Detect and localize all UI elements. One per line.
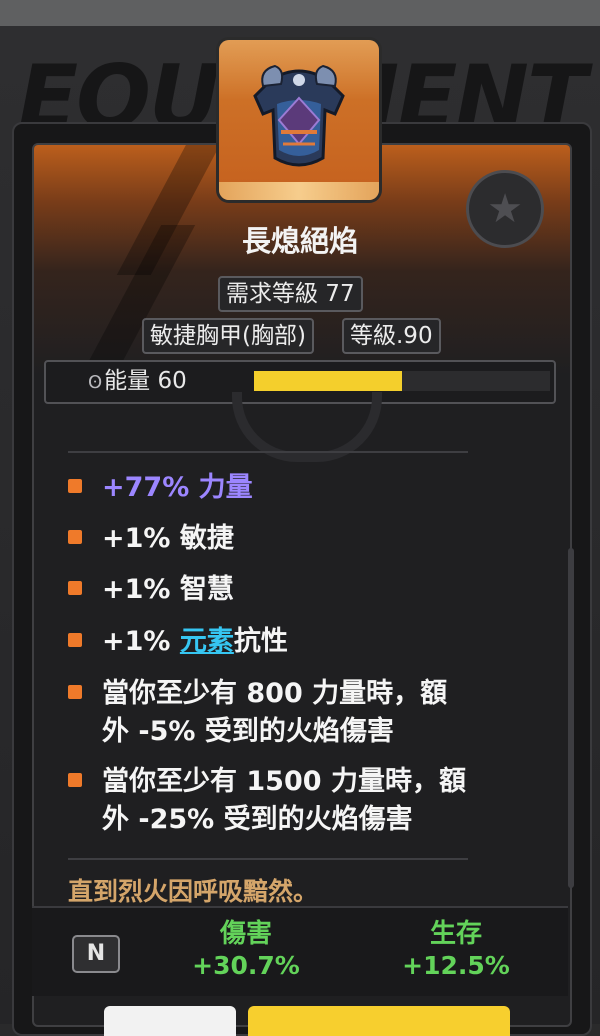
compare-key-hint[interactable]: N bbox=[72, 935, 120, 973]
scrollbar[interactable] bbox=[568, 548, 574, 888]
action-button-secondary[interactable] bbox=[104, 1006, 236, 1036]
bullet-icon bbox=[68, 773, 82, 787]
energy-swirl-icon: ʘ bbox=[88, 372, 103, 393]
bullet-icon bbox=[68, 685, 82, 699]
stat-text-line2: 外 -5% 受到的火焰傷害 bbox=[102, 716, 394, 747]
stat-text: +1% 智慧 bbox=[102, 574, 234, 605]
stat-text-line2: 外 -25% 受到的火焰傷害 bbox=[102, 804, 413, 835]
stat-prefix: +1% bbox=[102, 626, 180, 657]
bullet-icon bbox=[68, 633, 82, 647]
damage-value: +30.7% bbox=[192, 951, 300, 980]
chest-armor-icon bbox=[253, 64, 345, 167]
stat-text-line1: 當你至少有 1500 力量時，額 bbox=[102, 766, 466, 797]
item-frame-base bbox=[219, 182, 379, 200]
top-strip bbox=[0, 0, 600, 26]
bullet-icon bbox=[68, 581, 82, 595]
bullet-icon bbox=[68, 530, 82, 544]
item-type-badge: 敏捷胸甲(胸部) bbox=[142, 318, 314, 354]
required-level-badge: 需求等級 77 bbox=[218, 276, 363, 312]
lore-text: 直到烈火因呼吸黯然。 bbox=[68, 877, 319, 906]
energy-fill bbox=[254, 371, 402, 391]
stat-suffix: 抗性 bbox=[233, 626, 288, 657]
stat-text: +77% 力量 bbox=[102, 472, 253, 503]
survival-compare: 生存 +12.5% bbox=[376, 918, 536, 982]
item-level-badge: 等級.90 bbox=[342, 318, 441, 354]
item-icon-frame[interactable] bbox=[219, 40, 379, 200]
divider bbox=[68, 451, 468, 453]
stat-text-line1: 當你至少有 800 力量時，額 bbox=[102, 678, 448, 709]
bullet-icon bbox=[68, 479, 82, 493]
energy-label: 能量 60 bbox=[104, 368, 187, 394]
damage-compare: 傷害 +30.7% bbox=[166, 918, 326, 982]
damage-label: 傷害 bbox=[219, 919, 272, 949]
survival-label: 生存 bbox=[429, 919, 482, 949]
item-name: 長熄絕焰 bbox=[241, 224, 358, 258]
stat-text: +1% 元素抗性 bbox=[102, 624, 288, 660]
action-button-primary[interactable] bbox=[248, 1006, 510, 1036]
energy-track bbox=[254, 371, 550, 391]
keyword-link-elemental[interactable]: 元素 bbox=[180, 626, 234, 657]
energy-label-group: ʘ能量 60 bbox=[88, 366, 187, 398]
divider bbox=[68, 858, 468, 860]
stat-text: +1% 敏捷 bbox=[102, 523, 234, 554]
survival-value: +12.5% bbox=[402, 951, 510, 980]
